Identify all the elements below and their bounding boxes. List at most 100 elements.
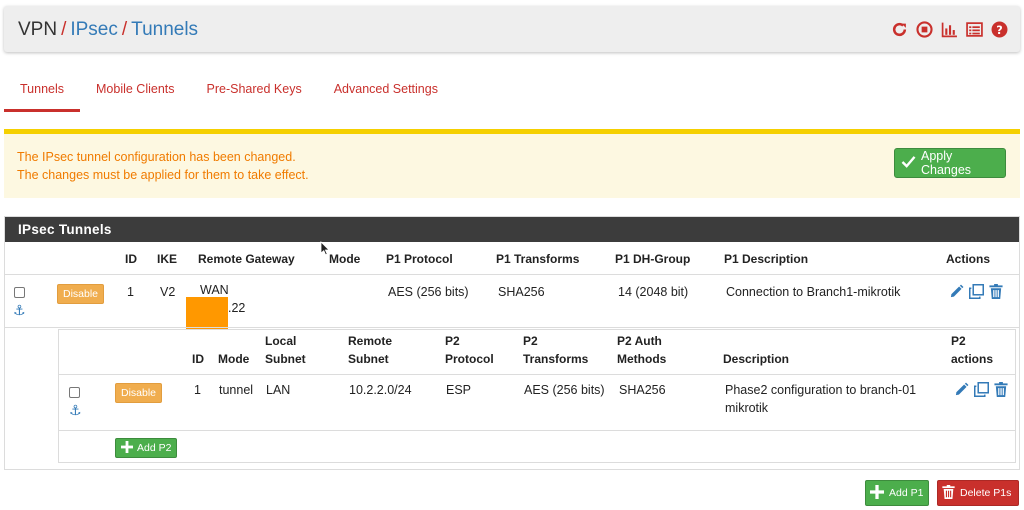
p2-remote-subnet: 10.2.2.0/24	[349, 383, 412, 397]
p2-col-transforms-line2: Transforms	[523, 352, 589, 366]
p2-col-actions-line1: P2	[951, 334, 966, 348]
p2-col-description: Description	[723, 352, 790, 366]
p2-description-line1: Phase2 configuration to branch-01	[725, 383, 917, 397]
phase2-table: ID Mode Local Subnet Remote Subnet P2 Pr…	[58, 329, 1016, 463]
breadcrumb-ipsec[interactable]: IPsec	[70, 19, 118, 40]
copy-icon[interactable]	[967, 282, 985, 300]
svg-text:?: ?	[996, 23, 1002, 36]
p1-ike: V2	[160, 285, 176, 299]
p1-select-checkbox[interactable]	[14, 287, 25, 298]
breadcrumb-separator: /	[121, 19, 128, 40]
p2-description-line2: mikrotik	[725, 401, 769, 415]
p2-col-transforms-line1: P2	[523, 334, 538, 348]
plus-icon	[121, 440, 133, 456]
trash-icon[interactable]	[987, 282, 1005, 300]
p2-col-auth-line1: P2 Auth	[617, 334, 662, 348]
ipsec-tunnels-panel: IPsec Tunnels ID IKE Remote Gateway Mode…	[4, 216, 1020, 470]
p2-auth: SHA256	[619, 383, 666, 397]
header-divider	[5, 274, 1019, 275]
chart-icon[interactable]	[940, 20, 958, 38]
breadcrumb-tunnels[interactable]: Tunnels	[131, 19, 198, 40]
panel-title: IPsec Tunnels	[5, 217, 1019, 242]
p2-protocol: ESP	[446, 383, 472, 397]
col-remote-gateway: Remote Gateway	[198, 252, 295, 266]
plus-icon	[870, 484, 884, 502]
p2-select-checkbox[interactable]	[69, 387, 80, 398]
p2-col-local-subnet-line2: Subnet	[265, 352, 306, 366]
add-p1-button[interactable]: Add P1	[865, 480, 929, 506]
p1-gateway-address: .22	[228, 301, 246, 315]
col-actions: Actions	[946, 252, 991, 266]
col-p1-transforms: P1 Transforms	[496, 252, 580, 266]
p2-col-local-subnet: Local Subnet	[265, 332, 306, 368]
apply-changes-button[interactable]: Apply Changes	[894, 148, 1006, 178]
p2-row-divider	[59, 430, 1015, 431]
p2-description: Phase2 configuration to branch-01 mikrot…	[725, 381, 916, 417]
delete-p1s-button[interactable]: Delete P1s	[937, 480, 1019, 506]
tab-bar: Tunnels Mobile Clients Pre-Shared Keys A…	[4, 76, 454, 112]
anchor-icon[interactable]: ⚓	[13, 303, 26, 317]
breadcrumb-separator: /	[61, 19, 67, 40]
tab-mobile-clients[interactable]: Mobile Clients	[80, 76, 191, 112]
changes-alert: The IPsec tunnel configuration has been …	[4, 129, 1020, 198]
copy-icon[interactable]	[972, 380, 990, 398]
p2-col-local-subnet-line1: Local	[265, 334, 297, 348]
header-icons: ?	[890, 20, 1008, 38]
delete-p1s-label: Delete P1s	[960, 487, 1012, 499]
p2-col-id: ID	[192, 352, 204, 366]
p2-col-protocol-line2: Protocol	[445, 352, 494, 366]
add-p2-label: Add P2	[137, 442, 172, 454]
edit-icon[interactable]	[952, 380, 970, 398]
p1-disable-button[interactable]: Disable	[57, 284, 105, 304]
apply-changes-label: Apply Changes	[921, 149, 972, 177]
breadcrumb-vpn: VPN	[18, 19, 58, 40]
p1-actions	[947, 282, 1005, 300]
p2-anchor-icon[interactable]: ⚓	[69, 403, 82, 417]
p2-header-divider	[59, 374, 1015, 375]
p2-col-auth-line2: Methods	[617, 352, 667, 366]
p2-local-subnet: LAN	[266, 383, 291, 397]
tab-pre-shared-keys[interactable]: Pre-Shared Keys	[191, 76, 318, 112]
row-divider	[5, 327, 1019, 328]
breadcrumb: VPN / IPsec / Tunnels	[18, 18, 198, 42]
trash-icon[interactable]	[992, 380, 1010, 398]
p2-col-protocol: P2 Protocol	[445, 332, 494, 368]
edit-icon[interactable]	[947, 282, 965, 300]
check-icon	[901, 155, 916, 171]
p1-dh-group: 14 (2048 bit)	[618, 285, 689, 299]
p2-disable-button[interactable]: Disable	[115, 383, 163, 403]
page-header: VPN / IPsec / Tunnels ?	[4, 6, 1020, 52]
restart-icon[interactable]	[890, 20, 908, 38]
p1-id: 1	[127, 285, 134, 299]
p2-col-remote-subnet-line2: Subnet	[348, 352, 389, 366]
alert-line-2: The changes must be applied for them to …	[17, 168, 309, 182]
col-p1-protocol: P1 Protocol	[386, 252, 453, 266]
p2-col-remote-subnet: Remote Subnet	[348, 332, 392, 368]
trash-icon	[942, 484, 955, 502]
p2-transforms: AES (256 bits)	[524, 383, 605, 397]
redaction-mask	[186, 297, 228, 329]
p1-description: Connection to Branch1-mikrotik	[726, 285, 901, 299]
mouse-cursor-icon	[320, 241, 330, 259]
add-p2-button[interactable]: Add P2	[115, 438, 178, 458]
p1-transforms: SHA256	[498, 285, 545, 299]
help-icon[interactable]: ?	[990, 20, 1008, 38]
p2-actions	[952, 380, 1010, 398]
col-p1-description: P1 Description	[724, 252, 809, 266]
p2-col-remote-subnet-line1: Remote	[348, 334, 393, 348]
p1-protocol: AES (256 bits)	[388, 285, 469, 299]
col-p1-dh-group: P1 DH-Group	[615, 252, 691, 266]
p2-col-protocol-line1: P2	[445, 334, 460, 348]
col-id: ID	[125, 252, 137, 266]
p2-col-auth-methods: P2 Auth Methods	[617, 332, 666, 368]
p2-col-transforms: P2 Transforms	[523, 332, 588, 368]
p2-col-actions-line2: actions	[951, 352, 994, 366]
tab-tunnels[interactable]: Tunnels	[4, 76, 81, 112]
p2-id: 1	[194, 383, 201, 397]
stop-icon[interactable]	[915, 20, 933, 38]
col-ike: IKE	[157, 252, 178, 266]
list-icon[interactable]	[965, 20, 983, 38]
alert-line-1: The IPsec tunnel configuration has been …	[17, 150, 296, 164]
alert-message: The IPsec tunnel configuration has been …	[17, 148, 309, 184]
tab-advanced-settings[interactable]: Advanced Settings	[318, 76, 454, 112]
